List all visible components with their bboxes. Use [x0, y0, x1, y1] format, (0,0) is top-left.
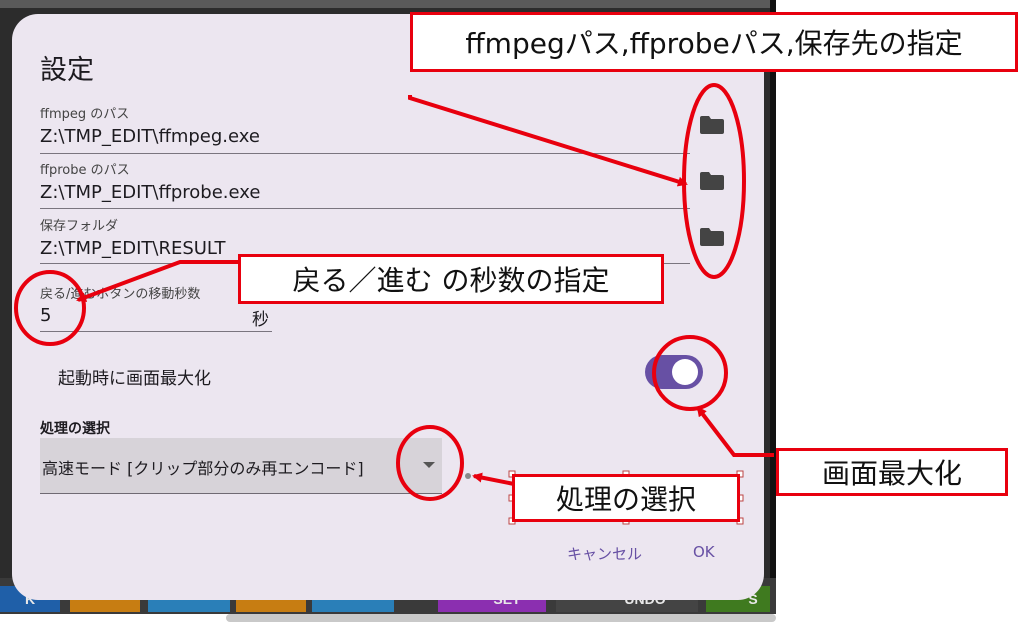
annotation-ellipse-select — [396, 425, 464, 501]
annotation-label-maximize: 画面最大化 — [776, 448, 1008, 496]
annotation-label-seek: 戻る／進む の秒数の指定 — [238, 254, 664, 304]
annotation-overlay — [14, 83, 774, 525]
annotation-arrow-process — [472, 472, 515, 486]
annotation-arrow-seek — [76, 260, 240, 302]
annotation-arrow-paths — [408, 95, 688, 187]
annotation-arrow-maximize — [696, 406, 774, 457]
annotation-handle — [465, 473, 471, 479]
annotation-ellipse-seek — [14, 270, 86, 346]
annotation-ellipse-paths — [682, 83, 746, 279]
annotation-label-paths: ffmpegパス,ffprobeパス,保存先の指定 — [410, 12, 1018, 72]
annotation-ellipse-toggle — [652, 335, 728, 411]
annotation-label-process: 処理の選択 — [512, 474, 740, 522]
